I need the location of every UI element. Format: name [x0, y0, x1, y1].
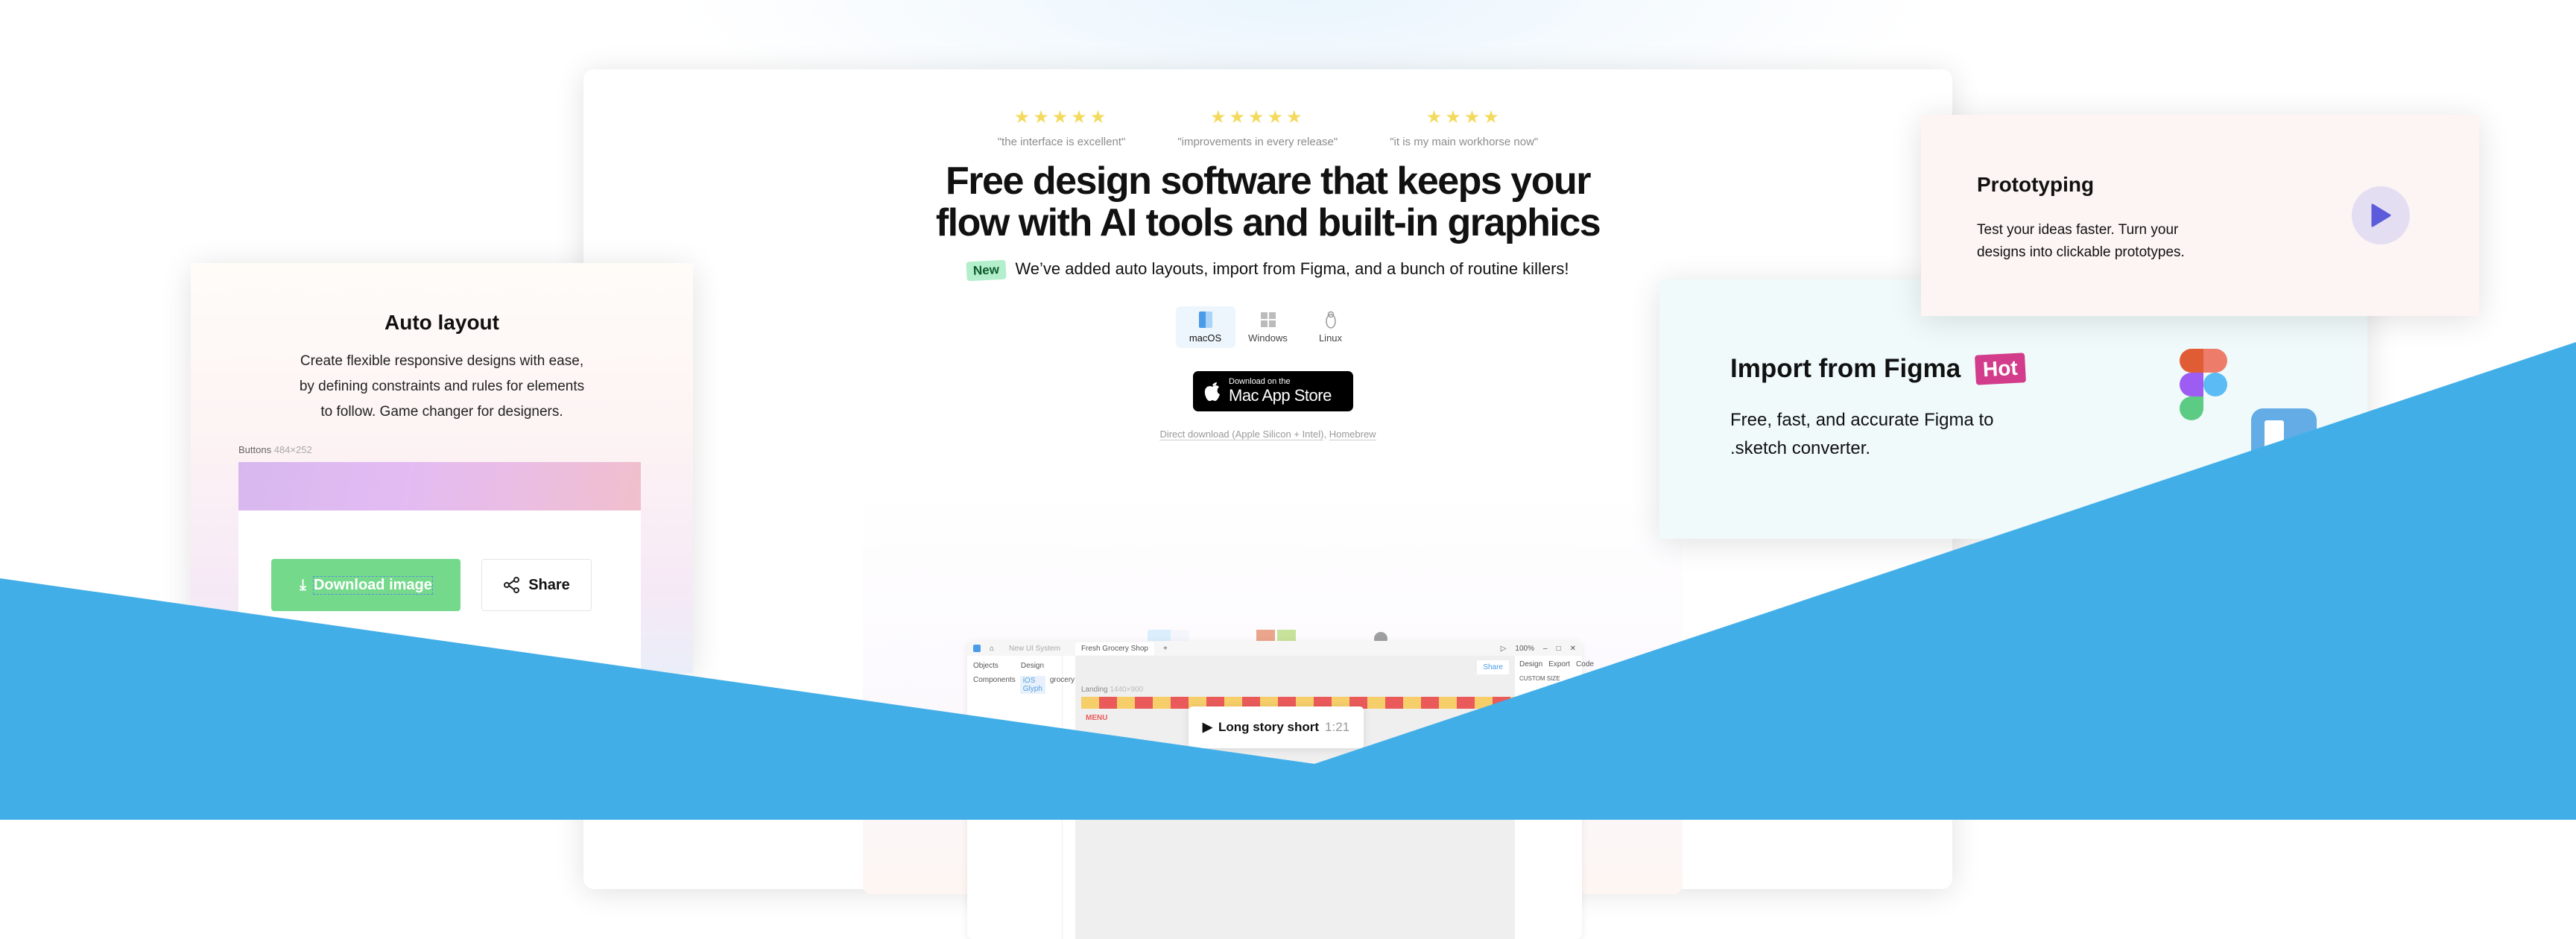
hot-badge: Hot	[1975, 352, 2026, 385]
desc-line: to follow. Game changer for designers.	[320, 404, 563, 420]
button-label: Download image	[312, 575, 433, 595]
linux-icon	[1301, 311, 1361, 329]
review: ★★★★★ "the interface is excellent"	[998, 107, 1126, 148]
review-quote: "the interface is excellent"	[997, 136, 1126, 148]
figma-logo-icon	[2180, 349, 2227, 420]
app-titlebar: ⌂ New UI System Fresh Grocery Shop + ▷ 1…	[967, 641, 1582, 656]
card-title: Auto layout	[384, 311, 499, 334]
left-panel: Objects Design Components iOS Glyph grocery	[967, 656, 1075, 939]
homebrew-link[interactable]: Homebrew	[1329, 429, 1376, 440]
tab-label: macOS	[1189, 332, 1222, 344]
tab-label: Linux	[1318, 332, 1343, 344]
video-play-button[interactable]: ▶ Long story short 1:21	[1189, 706, 1364, 748]
desc-line: Free, fast, and accurate Figma to	[1730, 410, 1994, 430]
frame-label: Buttons 484×252	[238, 444, 312, 455]
prototyping-card: Prototyping Test your ideas faster. Turn…	[1921, 115, 2479, 316]
play-button[interactable]	[2352, 186, 2410, 244]
tab-fresh-grocery-shop[interactable]: Fresh Grocery Shop	[1075, 642, 1154, 655]
tab-windows[interactable]: Windows	[1238, 306, 1298, 348]
buttons-frame: ⤓ Download image Share	[238, 462, 641, 686]
apple-icon	[1204, 382, 1220, 401]
review: ★★★★★ "improvements in every release"	[1177, 107, 1338, 148]
desc-line: designs into clickable prototypes.	[1977, 244, 2185, 260]
tab-label: Windows	[1248, 332, 1288, 344]
app-window-preview: ⌂ New UI System Fresh Grocery Shop + ▷ 1…	[967, 641, 1594, 939]
star-rating: ★★★★★	[1209, 107, 1306, 127]
auto-layout-card: Auto layout Create flexible responsive d…	[191, 263, 693, 686]
zoom-select[interactable]: 100%	[1515, 645, 1534, 653]
card-title: Import from Figma Hot	[1730, 352, 2026, 385]
windows-icon	[1238, 311, 1298, 329]
product-showcase: ⌂ New UI System Fresh Grocery Shop + ▷ 1…	[863, 492, 1683, 939]
video-title: Long story short	[1218, 720, 1320, 734]
tab-design[interactable]: Design	[1519, 660, 1542, 935]
desc-line: Create flexible responsive designs with …	[300, 353, 584, 369]
share-button[interactable]: Share	[481, 559, 592, 611]
card-description: Free, fast, and accurate Figma to .sketch…	[1730, 406, 2043, 463]
reviews: ★★★★★ "the interface is excellent" ★★★★★ "…	[583, 107, 1952, 148]
search-input[interactable]: grocery	[1050, 676, 1075, 694]
design-page-select[interactable]: Design	[1021, 662, 1044, 670]
play-icon[interactable]: ▷	[1501, 645, 1507, 653]
announcement: New We’ve added auto layouts, import from…	[583, 259, 1952, 282]
appstore-small-text: Download on the	[1229, 377, 1291, 386]
close-icon[interactable]: ✕	[1570, 645, 1576, 653]
frame-size: 484×252	[273, 444, 312, 455]
tab-code[interactable]: Code	[1576, 660, 1594, 935]
title-text: Import from Figma	[1730, 354, 1961, 383]
tab-export[interactable]: Export	[1548, 660, 1570, 935]
card-description: Create flexible responsive designs with …	[191, 349, 693, 425]
components-tab[interactable]: Components	[973, 676, 1016, 694]
video-duration: 1:21	[1325, 720, 1350, 734]
mac-app-store-button[interactable]: Download on the Mac App Store	[1193, 371, 1353, 411]
share-button[interactable]: Share	[1477, 660, 1509, 674]
gradient-header	[238, 462, 641, 510]
new-badge: New	[966, 259, 1007, 282]
home-icon[interactable]: ⌂	[990, 645, 994, 653]
tab-macos[interactable]: macOS	[1175, 306, 1235, 348]
finder-icon	[1176, 311, 1235, 329]
card-title: Prototyping	[1977, 173, 2095, 196]
menu-label: MENU	[1086, 714, 1108, 722]
import-figma-card: Import from Figma Hot Free, fast, and acc…	[1659, 279, 2367, 539]
desc-line: Test your ideas faster. Turn your	[1977, 222, 2179, 238]
download-image-button[interactable]: ⤓ Download image	[271, 559, 461, 611]
frame-name: Buttons	[238, 444, 272, 455]
maximize-icon[interactable]: □	[1557, 645, 1561, 653]
page-title: Free design software that keeps your flow…	[583, 160, 1952, 244]
card-description: Test your ideas faster. Turn your designs…	[1977, 219, 2230, 264]
headline-line: flow with AI tools and built-in graphics	[935, 201, 1601, 244]
button-label: Share	[528, 576, 570, 593]
headline-line: Free design software that keeps your	[946, 159, 1591, 203]
frame-size: 1440×900	[1110, 686, 1144, 694]
desc-line: by defining constraints and rules for el…	[299, 379, 585, 394]
review-quote: "improvements in every release"	[1177, 136, 1338, 148]
tab-linux[interactable]: Linux	[1301, 306, 1361, 348]
download-icon: ⤓	[300, 576, 306, 593]
desc-line: .sketch converter.	[1730, 438, 1871, 458]
play-icon	[2371, 203, 2391, 227]
announcement-text: We’ve added auto layouts, import from Fi…	[1015, 259, 1569, 278]
sketch-app-icon	[2251, 408, 2317, 468]
review-quote: "it is my main workhorse now"	[1390, 136, 1539, 148]
custom-size-label: CUSTOM SIZE	[1519, 675, 1560, 682]
frame-label: Landing	[1081, 686, 1108, 694]
review: ★★★★ "it is my main workhorse now"	[1390, 107, 1538, 148]
search-tag[interactable]: iOS Glyph	[1019, 676, 1045, 694]
play-icon: ▶	[1202, 720, 1212, 734]
app-logo-icon	[973, 645, 981, 652]
star-rating: ★★★★	[1425, 107, 1502, 127]
direct-download-link[interactable]: Direct download (Apple Silicon + Intel)	[1159, 429, 1324, 440]
canvas: Landing 1440×900 MENU Share	[1075, 656, 1515, 939]
new-tab-icon[interactable]: +	[1163, 645, 1168, 653]
tab-new-ui-system[interactable]: New UI System	[1003, 642, 1066, 655]
appstore-big-text: Mac App Store	[1229, 386, 1332, 405]
objects-tab[interactable]: Objects	[973, 662, 999, 670]
star-rating: ★★★★★	[1013, 107, 1110, 127]
minimize-icon[interactable]: –	[1543, 645, 1548, 653]
right-panel: Design Export Code CUSTOM SIZE	[1515, 656, 1594, 939]
share-icon	[504, 577, 520, 593]
